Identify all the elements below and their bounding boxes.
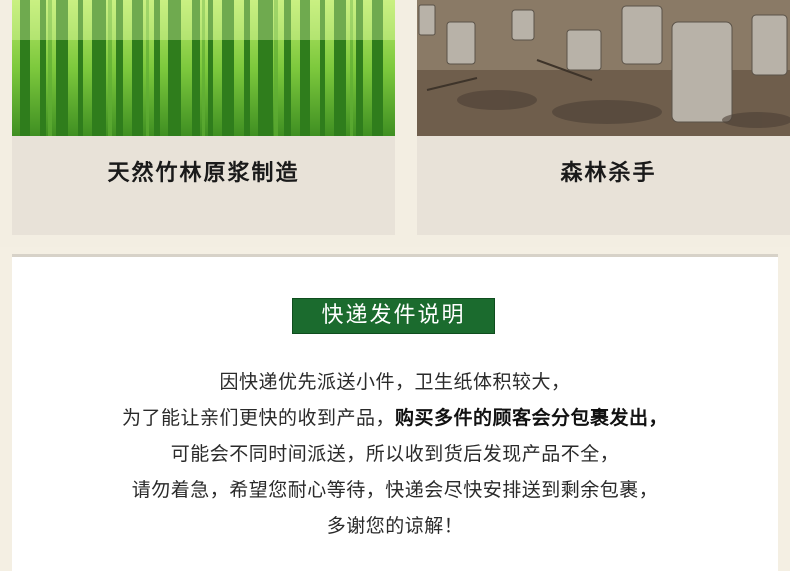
stumps-panel: 森林杀手 [417, 0, 790, 235]
panel-caption-bamboo: 天然竹林原浆制造 [107, 161, 300, 186]
notice-line-1: 因快递优先派送小件，卫生纸体积较大， [219, 371, 571, 393]
notice-line-4: 请勿着急，希望您耐心等待，快递会尽快安排送到剩余包裹， [131, 479, 659, 501]
notice-line-5: 多谢您的谅解！ [326, 515, 464, 537]
tree-stumps-photo [417, 0, 790, 136]
notice-line-2-bold: 购买多件的顾客会分包裹发出， [395, 407, 669, 429]
bamboo-panel: 天然竹林原浆制造 [12, 0, 395, 235]
notice-line-3: 可能会不同时间派送，所以收到货后发现产品不全， [170, 443, 620, 465]
notice-line-2: 为了能让亲们更快的收到产品，购买多件的顾客会分包裹发出， [0, 403, 790, 430]
notice-line-2-text: 为了能让亲们更快的收到产品， [121, 407, 395, 429]
panel-caption-stumps: 森林杀手 [560, 161, 657, 186]
notice-title: 快递发件说明 [292, 298, 495, 334]
bamboo-forest-photo [12, 0, 395, 136]
